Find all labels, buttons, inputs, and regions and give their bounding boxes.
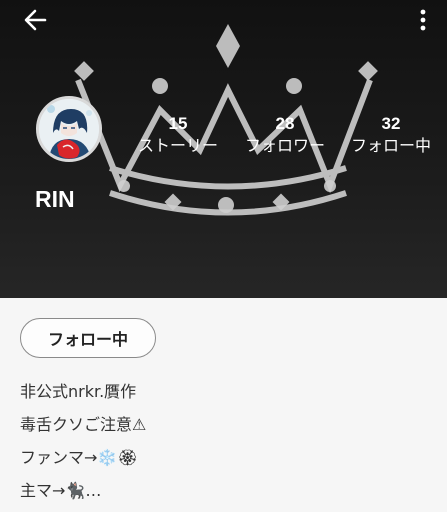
avatar[interactable] [36,96,102,162]
profile-header: RIN 15 ストーリー 28 フォロワー 32 フォロー中 [0,0,447,298]
profile-bio: 非公式nrkr.贋作 毒舌クソご注意⚠ ファンマ→❄️🏵 主マ→🐈‍⬛… [20,378,430,510]
bio-line: ファンマ→❄️🏵 [20,448,138,467]
profile-body: フォロー中 非公式nrkr.贋作 毒舌クソご注意⚠ ファンマ→❄️🏵 主マ→🐈‍… [0,298,447,512]
stat-following-count: 32 [381,114,401,133]
avatar-illustration [39,99,99,159]
stat-following-label: フォロー中 [350,136,431,155]
stat-stories[interactable]: 15 ストーリー [134,113,222,157]
following-button[interactable]: フォロー中 [20,318,156,358]
bio-line: 主マ→🐈‍⬛… [20,481,102,500]
bio-line: 非公式nrkr.贋作 [20,382,137,401]
stat-followers-count: 28 [275,114,295,133]
more-vertical-icon [420,9,426,31]
stat-stories-count: 15 [168,114,188,133]
stat-following[interactable]: 32 フォロー中 [347,113,435,157]
stat-stories-label: ストーリー [137,136,218,155]
more-options-button[interactable] [413,6,433,34]
profile-username: RIN [35,186,75,212]
stat-followers-label: フォロワー [244,136,325,155]
bio-line: 毒舌クソご注意⚠ [20,415,147,434]
arrow-left-icon [24,9,47,31]
stat-followers[interactable]: 28 フォロワー [240,113,330,157]
back-button[interactable] [18,6,52,34]
